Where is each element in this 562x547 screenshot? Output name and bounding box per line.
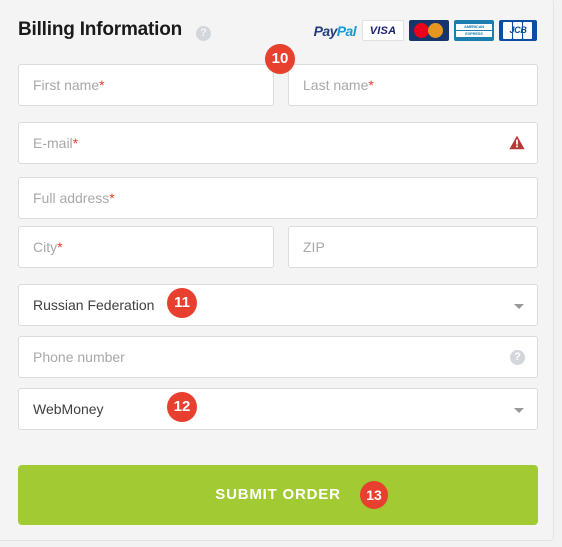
phone-number-field[interactable]: Phone number ? xyxy=(18,336,538,378)
paypal-logo-part-b: Pal xyxy=(336,22,357,39)
mastercard-circle-yellow xyxy=(428,23,443,38)
visa-logo-label: VISA xyxy=(369,24,397,37)
american-express-logo-icon: AMERICAN EXPRESS xyxy=(454,20,494,41)
email-placeholder: E-mail* xyxy=(33,135,79,151)
accepted-payment-methods: Pay Pal VISA AMERICAN EXPRESS JCB xyxy=(313,20,537,41)
email-field[interactable]: E-mail* xyxy=(18,122,538,164)
required-asterisk: * xyxy=(368,77,374,93)
payment-method-selected-value: WebMoney xyxy=(33,401,104,417)
required-asterisk: * xyxy=(99,77,105,93)
required-asterisk: * xyxy=(109,190,115,206)
full-address-field[interactable]: Full address* xyxy=(18,177,538,219)
billing-information-card: Billing Information ? Pay Pal VISA AMERIC… xyxy=(0,0,554,541)
last-name-field[interactable]: Last name* xyxy=(288,64,538,106)
full-address-placeholder: Full address* xyxy=(33,190,115,206)
country-select[interactable]: Russian Federation xyxy=(18,284,538,326)
annotation-badge-13: 13 xyxy=(360,481,388,509)
annotation-badge-11: 11 xyxy=(167,288,197,318)
submit-order-button[interactable]: SUBMIT ORDER xyxy=(18,465,538,525)
jcb-logo-icon: JCB xyxy=(499,20,537,41)
zip-placeholder: ZIP xyxy=(303,239,325,255)
mastercard-circle-red xyxy=(414,23,429,38)
first-name-field[interactable]: First name* xyxy=(18,64,274,106)
chevron-down-icon xyxy=(514,304,524,309)
payment-method-select[interactable]: WebMoney xyxy=(18,388,538,430)
zip-field[interactable]: ZIP xyxy=(288,226,538,268)
page-title: Billing Information xyxy=(18,19,183,40)
annotation-badge-12: 12 xyxy=(167,392,197,422)
country-selected-value: Russian Federation xyxy=(33,297,155,313)
city-field[interactable]: City* xyxy=(18,226,274,268)
paypal-logo-icon: Pay Pal xyxy=(313,20,357,41)
mastercard-logo-icon xyxy=(409,20,449,41)
question-mark-circle-icon[interactable]: ? xyxy=(510,350,525,365)
required-asterisk: * xyxy=(72,135,79,151)
paypal-logo-part-a: Pay xyxy=(313,22,338,39)
first-name-placeholder: First name* xyxy=(33,77,105,93)
question-mark-circle-icon[interactable]: ? xyxy=(196,26,211,41)
annotation-badge-10: 10 xyxy=(265,44,295,74)
phone-number-placeholder: Phone number xyxy=(33,349,125,365)
amex-line-2: EXPRESS xyxy=(456,31,492,37)
warning-triangle-icon xyxy=(509,135,525,150)
city-placeholder: City* xyxy=(33,239,63,255)
jcb-logo-label: JCB xyxy=(509,25,527,35)
required-asterisk: * xyxy=(57,239,63,255)
last-name-placeholder: Last name* xyxy=(303,77,374,93)
visa-logo-icon: VISA xyxy=(362,20,404,41)
amex-line-1: AMERICAN xyxy=(456,24,492,30)
chevron-down-icon xyxy=(514,408,524,413)
